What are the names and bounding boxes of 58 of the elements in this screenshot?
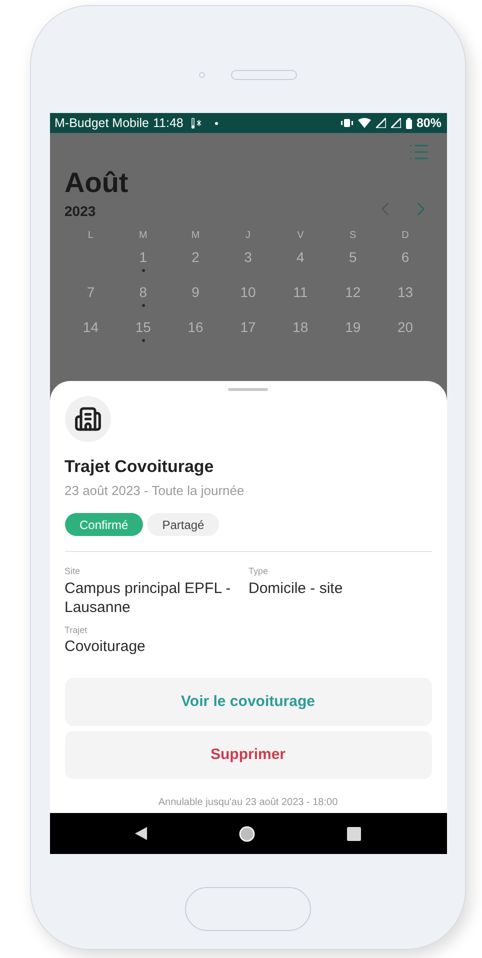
- day-number[interactable]: 2: [192, 247, 200, 268]
- day-number[interactable]: 4: [296, 247, 304, 268]
- month-title: Août: [64, 167, 128, 199]
- day-number[interactable]: 20: [397, 317, 414, 338]
- day-number[interactable]: 6: [401, 247, 410, 268]
- recents-icon[interactable]: [346, 826, 361, 840]
- home-icon[interactable]: [238, 826, 255, 842]
- field-value: Covoiturage: [64, 637, 146, 656]
- wifi-icon: [358, 118, 372, 128]
- day-number[interactable]: 11: [293, 282, 308, 303]
- day-number[interactable]: 9: [192, 282, 200, 303]
- drag-handle[interactable]: [228, 388, 268, 391]
- day-number[interactable]: 14: [82, 317, 98, 338]
- status-tag: Confirmé: [64, 513, 144, 536]
- back-icon[interactable]: [135, 827, 148, 840]
- weekday-label: L: [86, 229, 94, 243]
- day-number[interactable]: 1: [139, 247, 148, 268]
- day-number[interactable]: 3: [244, 247, 252, 268]
- signal-icon: [376, 118, 386, 128]
- view-button[interactable]: Voir le covoiturage: [64, 678, 432, 726]
- day-number[interactable]: 10: [240, 282, 256, 303]
- weekday-label: S: [348, 229, 358, 243]
- day-number[interactable]: 5: [348, 247, 357, 268]
- day-number[interactable]: 15: [135, 317, 151, 338]
- home-button[interactable]: [185, 887, 311, 931]
- day-number[interactable]: 13: [397, 282, 414, 303]
- battery-percent: 80%: [416, 114, 442, 132]
- year-label: 2023: [64, 202, 97, 221]
- delete-button[interactable]: Supprimer: [64, 731, 432, 779]
- day-number[interactable]: 16: [188, 317, 204, 338]
- day-number[interactable]: 12: [345, 282, 361, 303]
- status-tag: Partagé: [147, 513, 220, 536]
- thermometer-icon: [191, 118, 204, 128]
- field-label: Site: [64, 565, 82, 578]
- weekday-label: M: [190, 229, 201, 243]
- day-number[interactable]: 8: [139, 282, 148, 303]
- clock-time: 11:48: [153, 114, 184, 132]
- field-value: Campus principal EPFL - Lausanne: [64, 578, 232, 616]
- event-title: Trajet Covoiturage: [64, 456, 215, 478]
- building-icon: [64, 396, 110, 442]
- weekday-label: V: [296, 229, 305, 243]
- battery-icon: [406, 118, 412, 128]
- day-number[interactable]: 19: [345, 317, 361, 338]
- vibrate-icon: [341, 118, 354, 128]
- weekday-label: D: [400, 229, 410, 243]
- field-label: Type: [248, 565, 270, 578]
- day-number[interactable]: 18: [292, 317, 308, 338]
- weekday-label: J: [244, 229, 252, 243]
- day-number[interactable]: 7: [86, 282, 95, 303]
- speaker-grille: [231, 70, 297, 80]
- cancellation-note: Annulable jusqu'au 23 août 2023 - 18:00: [157, 796, 339, 810]
- carrier-name: M-Budget Mobile: [54, 114, 149, 132]
- weekday-label: M: [138, 229, 148, 243]
- event-date: 23 août 2023 - Toute la journée: [64, 482, 246, 500]
- signal-icon: [391, 118, 402, 128]
- field-value: Domicile - site: [248, 578, 344, 598]
- day-number[interactable]: 17: [240, 317, 256, 338]
- field-label: Trajet: [64, 624, 88, 637]
